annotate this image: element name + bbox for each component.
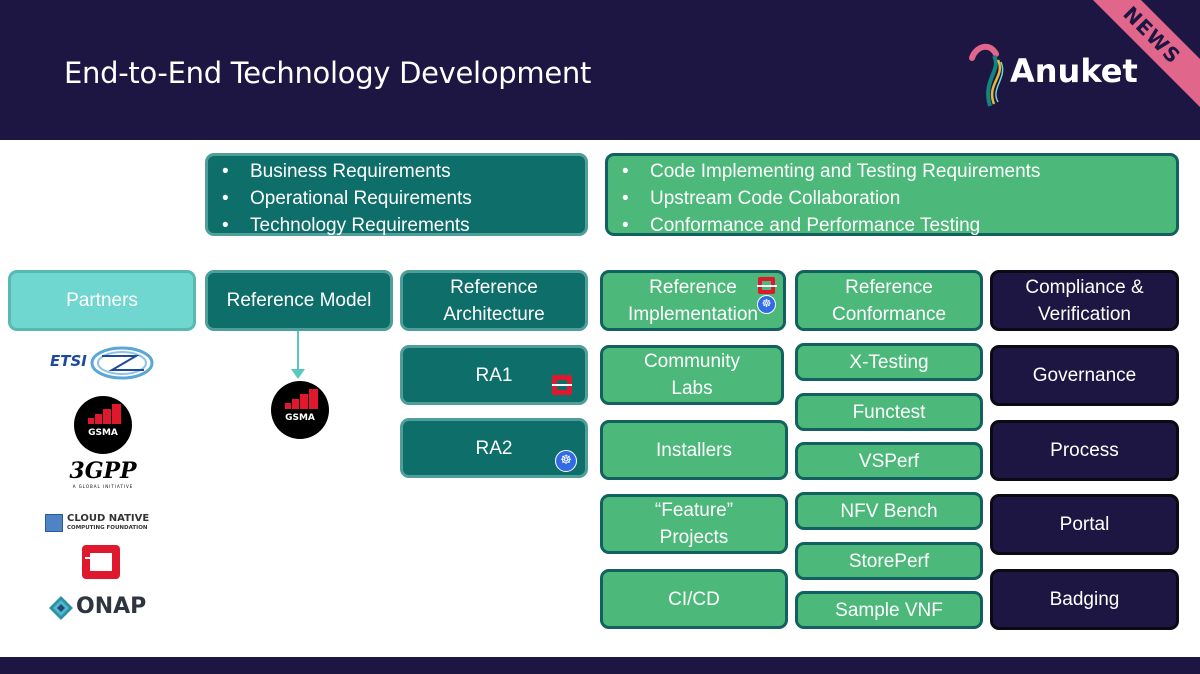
onap-logo: ONAP (48, 595, 160, 623)
gsma-partner-logo: GSMA (74, 396, 132, 454)
footer-bar (0, 657, 1200, 674)
3gpp-text: 3GPP (69, 458, 137, 484)
header-banner: End-to-End Technology Development Anuket… (0, 0, 1200, 140)
reference-model-header: Reference Model (205, 270, 393, 331)
ra1-label: RA1 (475, 364, 513, 386)
page-title: End-to-End Technology Development (64, 56, 592, 90)
requirement-item: Code Implementing and Testing Requiremen… (622, 158, 1040, 185)
openstack-partner-logo (82, 545, 120, 579)
cncf-icon (45, 514, 63, 532)
gsma-logo-text: GSMA (285, 413, 315, 423)
ra2-label: RA2 (475, 437, 513, 459)
kubernetes-icon: ☸ (555, 450, 577, 472)
onap-cube-icon (49, 596, 73, 620)
logo-text: Anuket (1010, 52, 1138, 90)
onap-text: ONAP (76, 594, 147, 619)
etsi-rings-icon (90, 346, 154, 380)
reference-architecture-header: Reference Architecture (400, 270, 588, 331)
sample-vnf-box: Sample VNF (795, 591, 983, 629)
cncf-logo: CLOUD NATIVE COMPUTING FOUNDATION (45, 512, 165, 534)
community-labs-box: Community Labs (600, 345, 784, 405)
etsi-text: ETSI (50, 352, 87, 370)
requirement-item: Operational Requirements (222, 185, 472, 212)
functest-box: Functest (795, 393, 983, 431)
vsperf-box: VSPerf (795, 442, 983, 480)
openstack-icon (757, 277, 777, 294)
process-box: Process (990, 420, 1179, 481)
requirement-item: Upstream Code Collaboration (622, 185, 1040, 212)
installers-box: Installers (600, 420, 788, 480)
etsi-logo: ETSI (50, 346, 155, 380)
x-testing-box: X-Testing (795, 343, 983, 381)
partners-header: Partners (8, 270, 196, 331)
reference-implementation-label: Reference Implementation (628, 276, 758, 325)
portal-box: Portal (990, 494, 1179, 555)
model-requirements-box: Business Requirements Operational Requir… (205, 153, 588, 236)
storeperf-box: StorePerf (795, 542, 983, 580)
cicd-box: CI/CD (600, 569, 788, 629)
requirement-item: Business Requirements (222, 158, 472, 185)
cncf-line1: CLOUD NATIVE (67, 513, 150, 524)
reference-conformance-header: Reference Conformance (795, 270, 983, 331)
governance-box: Governance (990, 345, 1179, 406)
arrowhead-icon (291, 369, 305, 379)
requirement-item: Technology Requirements (222, 212, 472, 239)
openstack-icon (552, 375, 572, 395)
implementation-requirements-box: Code Implementing and Testing Requiremen… (605, 153, 1179, 236)
anuket-swirl-icon (969, 43, 1004, 107)
connector-arrow (297, 331, 299, 371)
feature-projects-box: “Feature” Projects (600, 494, 788, 554)
anuket-logo: Anuket (968, 40, 1148, 110)
gsma-partner-text: GSMA (88, 428, 118, 438)
compliance-verification-header: Compliance & Verification (990, 270, 1179, 331)
gsma-logo: GSMA (271, 381, 329, 439)
3gpp-logo: 3GPP A GLOBAL INITIATIVE (69, 458, 137, 489)
badging-box: Badging (990, 569, 1179, 630)
cncf-line2: COMPUTING FOUNDATION (67, 525, 148, 531)
requirement-item: Conformance and Performance Testing (622, 212, 1040, 239)
kubernetes-icon: ☸ (757, 295, 776, 314)
nfv-bench-box: NFV Bench (795, 492, 983, 530)
